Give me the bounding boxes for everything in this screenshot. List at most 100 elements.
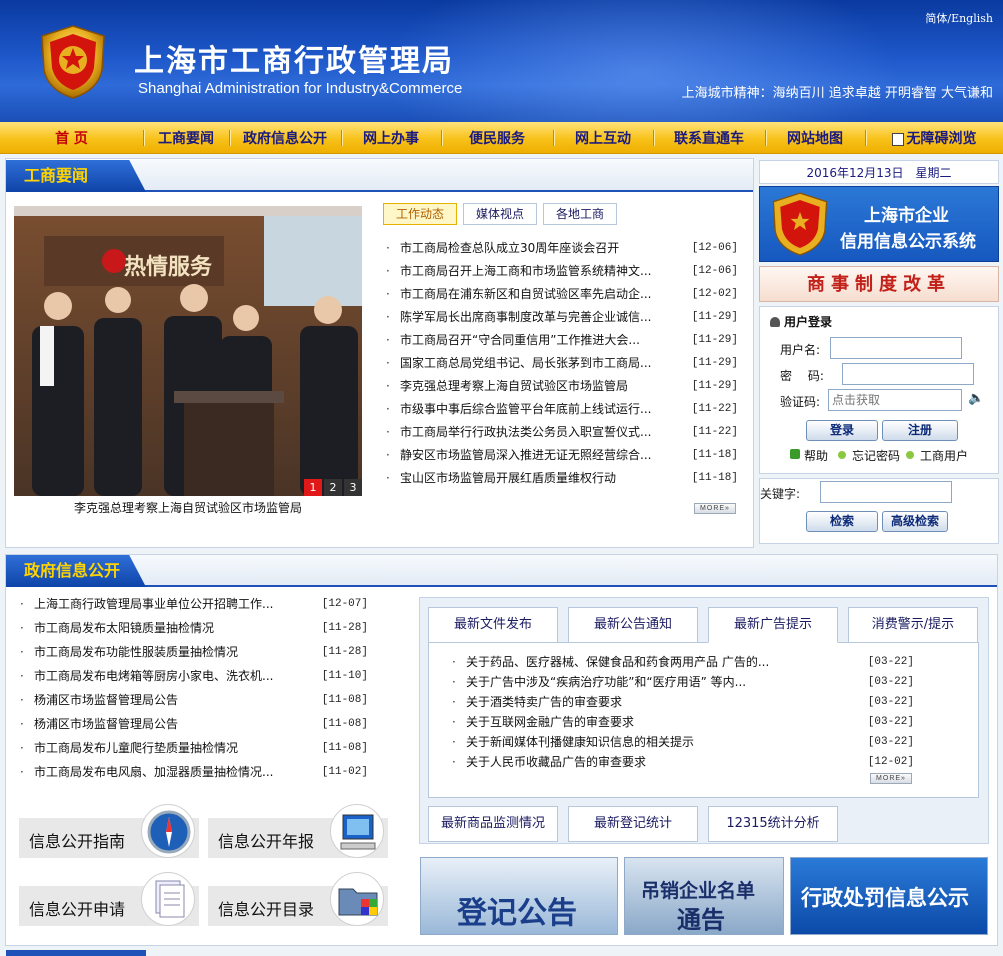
list-item[interactable]: · 静安区市场监管局深入推进无证无照经营综合... [11-18] bbox=[386, 444, 738, 467]
info-annual-report-label: 信息公开年报 bbox=[218, 832, 315, 851]
list-item[interactable]: · 市工商局发布电烤箱等厨房小家电、洗衣机... [11-10] bbox=[20, 665, 368, 689]
business-user-link[interactable]: 工商用户 bbox=[920, 447, 968, 464]
nav-item-business-news[interactable]: 工商要闻 bbox=[143, 122, 229, 154]
gov-info-section-title: 政府信息公开 bbox=[6, 555, 146, 587]
tab-latest-files[interactable]: 最新文件发布 bbox=[428, 607, 558, 643]
news-more-button[interactable]: MORE» bbox=[694, 503, 736, 514]
nav-item-online-service[interactable]: 网上办事 bbox=[341, 122, 441, 154]
language-switch-link[interactable]: 简体/English bbox=[925, 10, 993, 26]
tab-media-views[interactable]: 媒体视点 bbox=[463, 203, 537, 225]
revoked-enterprises-line1: 吊销企业名单 bbox=[641, 880, 756, 902]
password-input[interactable] bbox=[842, 363, 974, 385]
list-item[interactable]: · 关于人民币收藏品广告的审查要求 [12-02] bbox=[452, 752, 914, 772]
accessibility-label: 无障碍浏览 bbox=[906, 131, 977, 147]
news-photo-image: 热情服务 bbox=[14, 206, 362, 496]
list-item[interactable]: · 李克强总理考察上海自贸试验区市场监管局 [11-29] bbox=[386, 375, 738, 398]
credit-banner-line1: 上海市企业 bbox=[864, 206, 949, 226]
list-item[interactable]: · 市工商局发布电风扇、加湿器质量抽检情况... [11-02] bbox=[20, 761, 368, 785]
revoked-enterprises-line2: 通告 bbox=[677, 905, 725, 934]
keyword-input[interactable] bbox=[820, 481, 952, 503]
help-link[interactable]: 帮助 bbox=[804, 447, 828, 464]
news-section-header: 工商要闻 bbox=[6, 160, 753, 192]
gov-info-list: · 上海工商行政管理局事业单位公开招聘工作... [12-07] · 市工商局发布太阳… bbox=[20, 593, 368, 785]
audio-captcha-icon[interactable]: 🔈 bbox=[968, 391, 984, 406]
penalty-info-banner[interactable]: 行政处罚信息公示 bbox=[790, 857, 988, 935]
tab-consumer-warnings[interactable]: 消费警示/提示 bbox=[848, 607, 978, 643]
list-item[interactable]: · 市工商局召开上海工商和市场监管系统精神文... [12-06] bbox=[386, 260, 738, 283]
list-item[interactable]: · 关于广告中涉及“疾病治疗功能”和“医疗用语” 等内... [03-22] bbox=[452, 672, 914, 692]
forgot-password-link[interactable]: 忘记密码 bbox=[852, 447, 900, 464]
tab-registration-stats[interactable]: 最新登记统计 bbox=[568, 806, 698, 842]
current-date: 2016年12月13日 星期二 bbox=[759, 160, 999, 184]
list-item[interactable]: · 杨浦区市场监督管理局公告 [11-08] bbox=[20, 713, 368, 737]
revoked-enterprises-banner[interactable]: 吊销企业名单 通告 bbox=[624, 857, 784, 935]
next-section-tab bbox=[6, 950, 146, 956]
tab-latest-notices[interactable]: 最新公告通知 bbox=[568, 607, 698, 643]
emblem-icon bbox=[772, 192, 828, 256]
keyword-label: 关键字: bbox=[760, 487, 801, 501]
list-item[interactable]: · 市工商局举行行政执法类公务员入职宣誓仪式... [11-22] bbox=[386, 421, 738, 444]
login-button[interactable]: 登录 bbox=[806, 420, 878, 441]
login-panel: 用户登录 用户名: 密 码: 验证码: 🔈 登录 注册 帮助 忘记密码 工商用户 bbox=[759, 306, 999, 474]
list-item[interactable]: · 国家工商总局党组书记、局长张茅到市工商局... [11-29] bbox=[386, 352, 738, 375]
list-item[interactable]: · 市工商局发布儿童爬行垫质量抽检情况 [11-08] bbox=[20, 737, 368, 761]
slide-pager-1[interactable]: 1 bbox=[304, 479, 322, 496]
registration-notice-text: 登记公告 bbox=[457, 896, 577, 931]
list-item[interactable]: · 市工商局发布功能性服装质量抽检情况 [11-28] bbox=[20, 641, 368, 665]
tab-latest-ads[interactable]: 最新广告提示 bbox=[708, 607, 838, 643]
reform-banner[interactable]: 商事制度改革 bbox=[759, 266, 999, 302]
info-catalog-card[interactable]: 信息公开目录 bbox=[208, 872, 388, 926]
list-item[interactable]: · 杨浦区市场监督管理局公告 [11-08] bbox=[20, 689, 368, 713]
username-input[interactable] bbox=[830, 337, 962, 359]
slide-pager-3[interactable]: 3 bbox=[344, 479, 362, 496]
tab-product-monitoring[interactable]: 最新商品监测情况 bbox=[428, 806, 558, 842]
info-catalog-label: 信息公开目录 bbox=[218, 900, 315, 919]
registration-notice-banner[interactable]: 登记公告 bbox=[420, 857, 618, 935]
list-item[interactable]: · 市工商局发布太阳镜质量抽检情况 [11-28] bbox=[20, 617, 368, 641]
news-section-title: 工商要闻 bbox=[6, 160, 146, 192]
list-item[interactable]: · 市工商局在浦东新区和自贸试验区率先启动企... [12-02] bbox=[386, 283, 738, 306]
nav-item-interaction[interactable]: 网上互动 bbox=[553, 122, 653, 154]
list-item[interactable]: · 市工商局检查总队成立30周年座谈会召开 [12-06] bbox=[386, 237, 738, 260]
user-icon bbox=[770, 317, 780, 327]
info-guide-card[interactable]: 信息公开指南 bbox=[19, 804, 199, 858]
slide-pager-2[interactable]: 2 bbox=[324, 479, 342, 496]
nav-item-gov-info[interactable]: 政府信息公开 bbox=[229, 122, 341, 154]
register-button[interactable]: 注册 bbox=[882, 420, 958, 441]
list-item[interactable]: · 宝山区市场监管局开展红盾质量维权行动 [11-18] bbox=[386, 467, 738, 490]
main-nav: 首 页 工商要闻 政府信息公开 网上办事 便民服务 网上互动 联系直通车 网站地… bbox=[0, 122, 1003, 154]
tab-work-updates[interactable]: 工作动态 bbox=[383, 203, 457, 225]
ads-more-button[interactable]: MORE» bbox=[870, 773, 912, 784]
list-item[interactable]: · 市工商局召开“守合同重信用”工作推进大会... [11-29] bbox=[386, 329, 738, 352]
list-item[interactable]: · 关于互联网金融广告的审查要求 [03-22] bbox=[452, 712, 914, 732]
list-item[interactable]: · 关于新闻媒体刊播健康知识信息的相关提示 [03-22] bbox=[452, 732, 914, 752]
nav-item-home[interactable]: 首 页 bbox=[0, 122, 143, 154]
info-request-card[interactable]: 信息公开申请 bbox=[19, 872, 199, 926]
news-photo-caption[interactable]: 李克强总理考察上海自贸试验区市场监管局 bbox=[14, 499, 362, 516]
news-list: · 市工商局检查总队成立30周年座谈会召开 [12-06] · 市工商局召开上海工商和… bbox=[386, 237, 738, 490]
advanced-search-button[interactable]: 高级检索 bbox=[882, 511, 948, 532]
gov-info-section-header: 政府信息公开 bbox=[6, 555, 997, 587]
captcha-input[interactable] bbox=[828, 389, 962, 411]
news-photo[interactable]: 热情服务 bbox=[14, 206, 362, 496]
tab-12315-analysis[interactable]: 12315统计分析 bbox=[708, 806, 838, 842]
site-title: 上海市工商行政管理局 bbox=[134, 44, 454, 79]
list-item[interactable]: · 关于药品、医疗器械、保健食品和药食两用产品 广告的... [03-22] bbox=[452, 652, 914, 672]
nav-item-accessibility[interactable]: 无障碍浏览 bbox=[865, 122, 1003, 154]
nav-item-direct-contact[interactable]: 联系直通车 bbox=[653, 122, 765, 154]
list-item[interactable]: · 市级事中事后综合监管平台年底前上线试运行... [11-22] bbox=[386, 398, 738, 421]
credit-system-banner[interactable]: 上海市企业 信用信息公示系统 bbox=[759, 186, 999, 262]
penalty-info-text: 行政处罚信息公示 bbox=[801, 885, 969, 910]
compass-icon bbox=[141, 804, 195, 858]
tab-local-business[interactable]: 各地工商 bbox=[543, 203, 617, 225]
list-item[interactable]: · 陈学军局长出席商事制度改革与完善企业诚信... [11-29] bbox=[386, 306, 738, 329]
search-button[interactable]: 检索 bbox=[806, 511, 878, 532]
nav-item-convenience[interactable]: 便民服务 bbox=[441, 122, 553, 154]
info-annual-report-card[interactable]: 信息公开年报 bbox=[208, 804, 388, 858]
credit-banner-line2: 信用信息公示系统 bbox=[840, 232, 976, 252]
accessibility-icon bbox=[891, 132, 904, 146]
list-item[interactable]: · 上海工商行政管理局事业单位公开招聘工作... [12-07] bbox=[20, 593, 368, 617]
list-item[interactable]: · 关于酒类特卖广告的审查要求 [03-22] bbox=[452, 692, 914, 712]
help-icon bbox=[790, 449, 800, 459]
nav-item-sitemap[interactable]: 网站地图 bbox=[765, 122, 865, 154]
